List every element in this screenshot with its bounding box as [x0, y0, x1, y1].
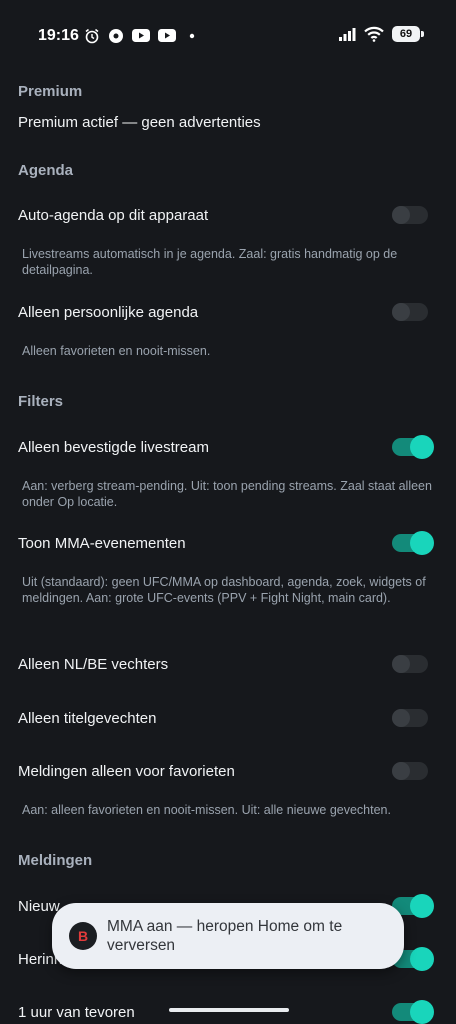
- alarm-icon: [84, 28, 100, 44]
- youtube-icon: [158, 28, 176, 44]
- new-fights-label: Nieuw: [18, 898, 60, 915]
- status-icons-right: 69: [338, 26, 424, 42]
- home-indicator[interactable]: [169, 1008, 289, 1012]
- status-bar: 19:16 69: [0, 0, 456, 72]
- section-header-filters: Filters: [18, 393, 64, 410]
- nl-be-fighters-toggle[interactable]: [392, 655, 428, 673]
- status-time: 19:16: [38, 27, 79, 44]
- personal-agenda-label: Alleen persoonlijke agenda: [18, 304, 199, 321]
- favorites-notifications-description: Aan: alleen favorieten en nooit-missen. …: [22, 803, 391, 817]
- auto-agenda-toggle[interactable]: [392, 206, 428, 224]
- favorites-notifications-label: Meldingen alleen voor favorieten: [18, 763, 235, 780]
- app-logo-letter: B: [77, 928, 89, 944]
- status-icons-left: [84, 28, 200, 44]
- title-fights-label: Alleen titelgevechten: [18, 710, 157, 727]
- toast-message: MMA aan — heropen Home om te verversen: [107, 918, 343, 954]
- section-header-notifications: Meldingen: [18, 852, 93, 869]
- app-logo-icon: B: [69, 922, 97, 950]
- mma-events-label: Toon MMA-evenementen: [18, 535, 186, 552]
- title-fights-toggle[interactable]: [392, 709, 428, 727]
- nl-be-fighters-label: Alleen NL/BE vechters: [18, 656, 169, 673]
- signal-icon: [338, 26, 356, 42]
- personal-agenda-toggle[interactable]: [392, 303, 428, 321]
- premium-status-text: Premium actief — geen advertenties: [18, 114, 261, 131]
- one-hour-before-toggle[interactable]: [392, 1000, 434, 1024]
- confirmed-livestream-label: Alleen bevestigde livestream: [18, 439, 209, 456]
- auto-agenda-label: Auto-agenda op dit apparaat: [18, 207, 209, 224]
- personal-agenda-description: Alleen favorieten en nooit-missen.: [22, 344, 211, 358]
- mma-events-toggle[interactable]: [392, 531, 434, 555]
- location-icon: [108, 28, 124, 44]
- one-hour-before-label: 1 uur van tevoren: [18, 1004, 135, 1021]
- toast-notification: B MMA aan — heropen Home om te verversen: [52, 903, 404, 969]
- section-header-premium: Premium: [18, 83, 83, 100]
- section-header-agenda: Agenda: [18, 162, 74, 179]
- battery-icon: 69: [392, 26, 424, 42]
- auto-agenda-description: Livestreams automatisch in je agenda. Za…: [22, 247, 398, 277]
- favorites-notifications-toggle[interactable]: [392, 762, 428, 780]
- mma-events-description: Uit (standaard): geen UFC/MMA op dashboa…: [22, 575, 426, 605]
- confirmed-livestream-toggle[interactable]: [392, 435, 434, 459]
- dot-icon: [184, 28, 200, 44]
- confirmed-livestream-description: Aan: verberg stream-pending. Uit: toon p…: [22, 479, 432, 509]
- wifi-icon: [364, 26, 384, 42]
- youtube-icon: [132, 28, 150, 44]
